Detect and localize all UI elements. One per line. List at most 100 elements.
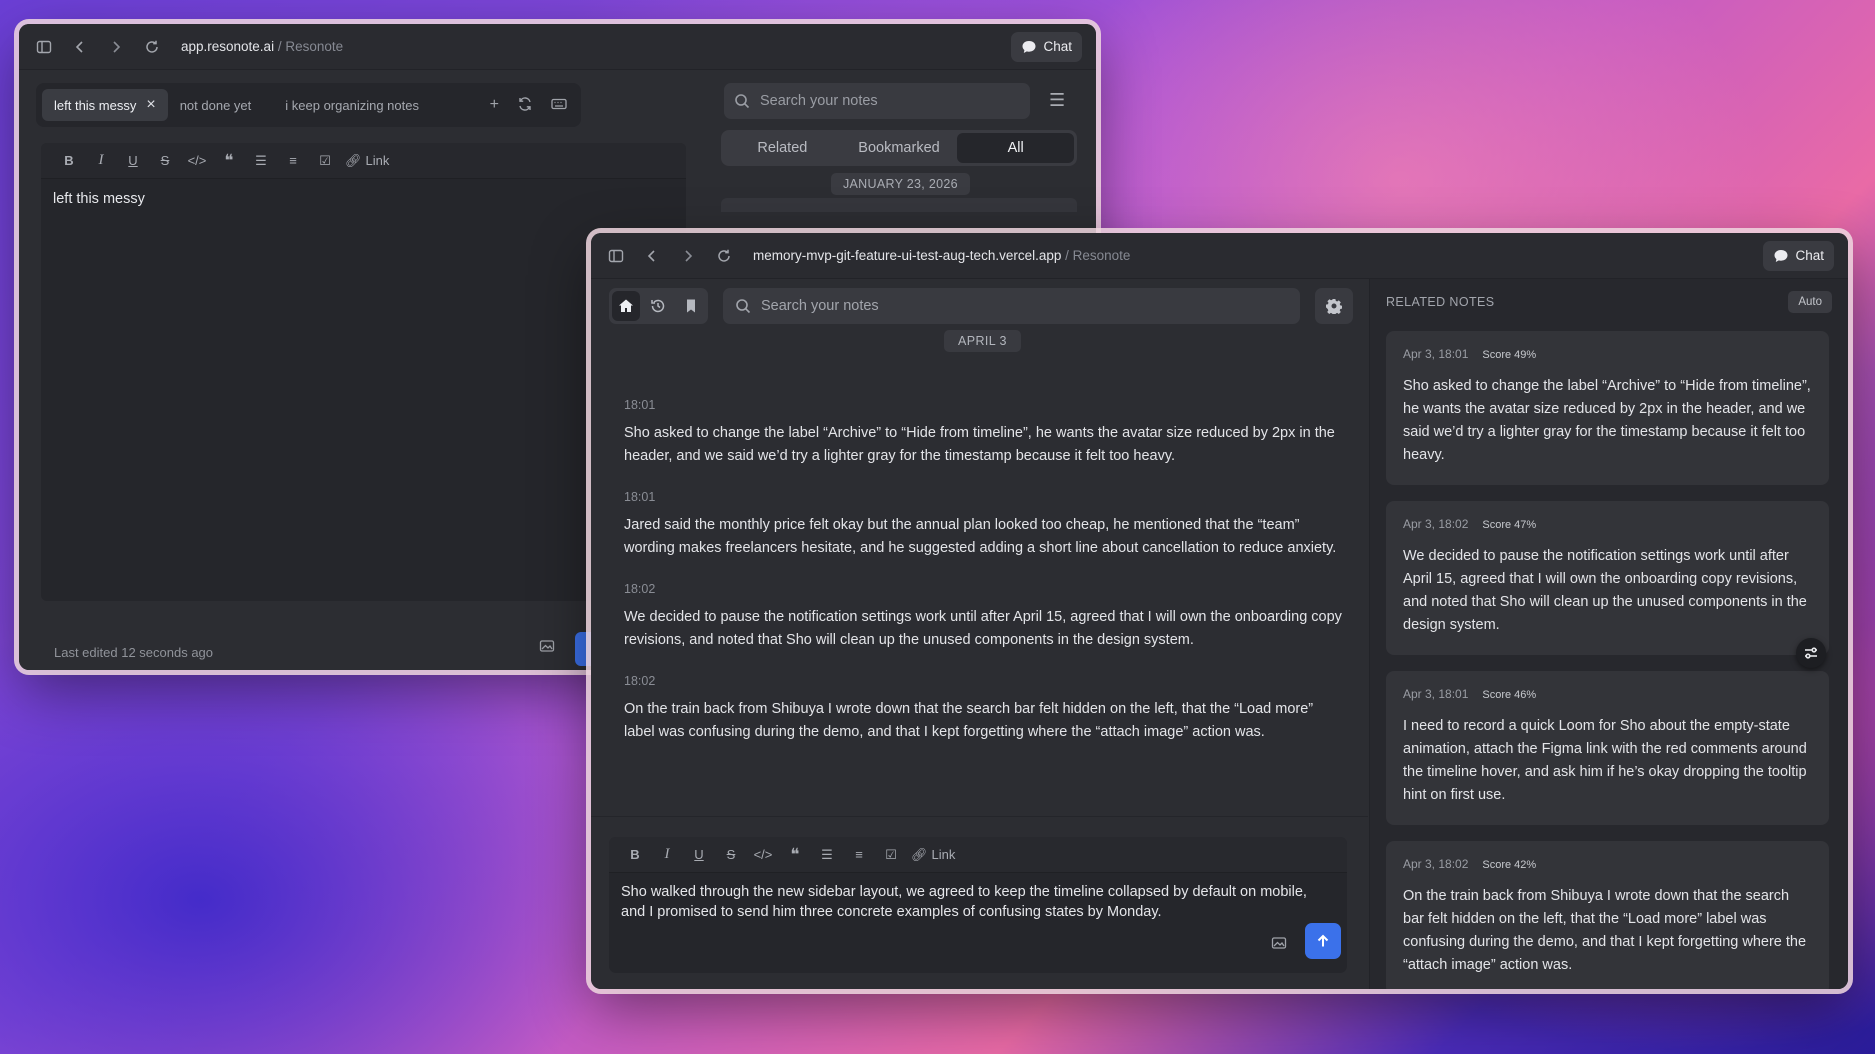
address-bar[interactable]: memory-mvp-git-feature-ui-test-aug-tech.… (753, 248, 1130, 263)
close-icon[interactable]: × (146, 96, 155, 114)
tab-actions: + (490, 96, 575, 114)
link-button[interactable]: 🔗︎ Link (911, 847, 955, 863)
checkbox-icon[interactable]: ☑ (875, 841, 907, 869)
checkbox-icon[interactable]: ☑ (309, 147, 341, 175)
note-editor[interactable]: B I U S </> ❝ ☰ ≡ ☑ 🔗︎ Link left this mes… (41, 143, 686, 601)
forward-arrow-icon[interactable] (677, 245, 699, 267)
bold-icon[interactable]: B (619, 841, 651, 869)
menu-icon[interactable]: ☰ (1049, 90, 1065, 111)
keyboard-icon[interactable] (551, 96, 567, 114)
last-edited-status: Last edited 12 seconds ago (54, 645, 214, 660)
arrow-up-icon (1317, 934, 1329, 947)
link-icon: 🔗︎ (911, 846, 928, 862)
related-notes-panel: RELATED NOTES Auto Apr 3, 18:01 Score 49%… (1369, 279, 1848, 989)
search-icon (736, 299, 751, 314)
note-time: 18:02 (624, 582, 656, 596)
chat-button[interactable]: Chat (1763, 240, 1834, 271)
note-tab-2[interactable]: not done yet (168, 89, 264, 121)
timeline-card-edge (721, 198, 1077, 212)
app-body: Search your notes APRIL 3 18:01 Sho aske… (591, 279, 1848, 989)
search-input[interactable]: Search your notes (724, 83, 1030, 119)
filter-all[interactable]: All (957, 133, 1075, 163)
compose-text[interactable]: Sho walked through the new sidebar layou… (609, 873, 1347, 931)
bold-icon[interactable]: B (53, 147, 85, 175)
url-site-name: / Resonote (1061, 248, 1131, 263)
related-notes-list: Apr 3, 18:01 Score 49% Sho asked to chang… (1386, 331, 1829, 989)
send-button[interactable] (1305, 923, 1341, 959)
sidebar-toggle-icon[interactable] (33, 36, 55, 58)
numbered-list-icon[interactable]: ≡ (843, 841, 875, 869)
related-note-card[interactable]: Apr 3, 18:02 Score 47% We decided to paus… (1386, 501, 1829, 655)
image-icon[interactable] (539, 638, 555, 654)
bullet-list-icon[interactable]: ☰ (811, 841, 843, 869)
quote-icon[interactable]: ❝ (213, 147, 245, 175)
back-arrow-icon[interactable] (641, 245, 663, 267)
note-text: Jared said the monthly price felt okay b… (624, 517, 1337, 556)
related-note-card[interactable]: Apr 3, 18:02 Score 42% On the train back … (1386, 841, 1829, 989)
quote-icon[interactable]: ❝ (779, 841, 811, 869)
date-separator: APRIL 3 (944, 330, 1021, 352)
format-toolbar: B I U S </> ❝ ☰ ≡ ☑ 🔗︎ Link (41, 143, 686, 179)
image-icon[interactable] (1271, 935, 1287, 951)
home-icon[interactable] (612, 291, 641, 321)
score-badge: Score 46% (1482, 689, 1537, 701)
timeline-pane: Search your notes APRIL 3 18:01 Sho aske… (591, 279, 1368, 989)
chat-bubble-icon (1022, 40, 1036, 53)
search-input[interactable]: Search your notes (723, 288, 1300, 324)
tune-icon[interactable] (1796, 638, 1826, 668)
notes-timeline: 18:01 Sho asked to change the label “Arc… (624, 398, 1344, 766)
related-note-text: On the train back from Shibuya I wrote d… (1403, 888, 1807, 973)
sidebar-toggle-icon[interactable] (605, 245, 627, 267)
note-text: Sho asked to change the label “Archive” … (624, 425, 1335, 464)
related-note-card[interactable]: Apr 3, 18:01 Score 46% I need to record a… (1386, 671, 1829, 825)
note-tab-3[interactable]: i keep organizing notes (273, 89, 431, 121)
format-toolbar: B I U S </> ❝ ☰ ≡ ☑ 🔗︎ Link (609, 837, 1347, 873)
related-note-text: We decided to pause the notification set… (1403, 548, 1807, 633)
related-note-text: Sho asked to change the label “Archive” … (1403, 378, 1811, 463)
score-badge: Score 42% (1482, 859, 1537, 871)
timeline-note[interactable]: 18:02 We decided to pause the notificati… (624, 582, 1344, 652)
title-bar: memory-mvp-git-feature-ui-test-aug-tech.… (591, 233, 1848, 279)
note-tab-label: left this messy (54, 97, 137, 113)
gear-icon[interactable] (1315, 288, 1353, 324)
filter-related[interactable]: Related (724, 133, 841, 163)
italic-icon[interactable]: I (651, 841, 683, 869)
address-bar[interactable]: app.resonote.ai / Resonote (181, 39, 343, 54)
filter-bookmarked[interactable]: Bookmarked (841, 133, 958, 163)
note-tab-1[interactable]: left this messy × (42, 89, 168, 121)
related-note-card[interactable]: Apr 3, 18:01 Score 49% Sho asked to chang… (1386, 331, 1829, 485)
forward-arrow-icon[interactable] (105, 36, 127, 58)
auto-mode-badge[interactable]: Auto (1788, 291, 1832, 313)
bookmark-icon[interactable] (677, 291, 705, 321)
reload-icon[interactable] (141, 36, 163, 58)
numbered-list-icon[interactable]: ≡ (277, 147, 309, 175)
back-arrow-icon[interactable] (69, 36, 91, 58)
search-placeholder: Search your notes (760, 93, 878, 109)
timeline-note[interactable]: 18:02 On the train back from Shibuya I w… (624, 674, 1344, 744)
code-icon[interactable]: </> (181, 147, 213, 175)
timeline-note[interactable]: 18:01 Sho asked to change the label “Arc… (624, 398, 1344, 468)
strikethrough-icon[interactable]: S (149, 147, 181, 175)
search-placeholder: Search your notes (761, 298, 879, 314)
underline-icon[interactable]: U (117, 147, 149, 175)
chat-button[interactable]: Chat (1011, 31, 1082, 62)
compose-editor[interactable]: B I U S </> ❝ ☰ ≡ ☑ 🔗︎ Link Sho walked th… (609, 837, 1347, 973)
bullet-list-icon[interactable]: ☰ (245, 147, 277, 175)
score-badge: Score 47% (1482, 519, 1537, 531)
refresh-icon[interactable] (517, 96, 533, 114)
underline-icon[interactable]: U (683, 841, 715, 869)
plus-icon[interactable]: + (490, 96, 499, 114)
editor-content[interactable]: left this messy (41, 179, 686, 219)
view-switcher (609, 288, 708, 324)
link-label: Link (365, 153, 390, 168)
related-notes-heading: RELATED NOTES (1386, 295, 1495, 309)
italic-icon[interactable]: I (85, 147, 117, 175)
date-separator: JANUARY 23, 2026 (831, 173, 970, 195)
code-icon[interactable]: </> (747, 841, 779, 869)
url-site-name: / Resonote (274, 39, 344, 54)
link-button[interactable]: 🔗︎ Link (345, 153, 389, 169)
strikethrough-icon[interactable]: S (715, 841, 747, 869)
reload-icon[interactable] (713, 245, 735, 267)
history-icon[interactable] (644, 291, 672, 321)
timeline-note[interactable]: 18:01 Jared said the monthly price felt … (624, 490, 1344, 560)
